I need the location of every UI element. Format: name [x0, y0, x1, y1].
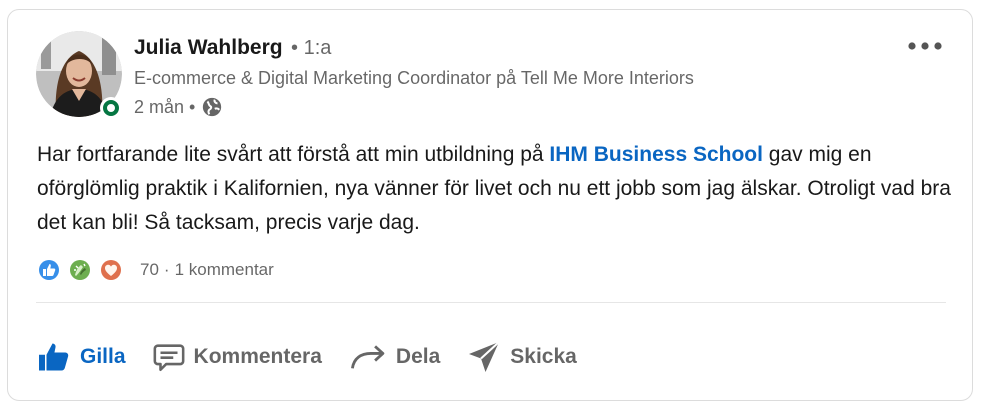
like-reaction-icon	[37, 258, 61, 282]
post-text: Har fortfarande lite svårt att förstå at…	[37, 138, 957, 240]
like-button[interactable]: Gilla	[28, 333, 134, 381]
like-label: Gilla	[80, 345, 126, 368]
reaction-count[interactable]: 70	[140, 260, 159, 280]
author-name[interactable]: Julia Wahlberg	[134, 36, 283, 59]
comment-icon	[153, 344, 184, 372]
more-options-button[interactable]	[903, 32, 947, 60]
send-label: Skicka	[510, 345, 577, 368]
connection-degree: • 1:a	[291, 37, 332, 59]
comment-button[interactable]: Kommentera	[144, 334, 330, 380]
post-card: Julia Wahlberg • 1:a E-commerce & Digita…	[7, 9, 973, 401]
send-button[interactable]: Skicka	[458, 333, 585, 381]
post-timestamp: 2 mån •	[134, 96, 196, 117]
share-label: Dela	[395, 345, 441, 368]
reaction-icons[interactable]	[37, 258, 130, 282]
share-button[interactable]: Dela	[340, 334, 448, 380]
post-text-part: Har fortfarande lite svårt att förstå at…	[37, 143, 550, 166]
more-horizontal-icon	[908, 42, 942, 50]
celebrate-reaction-icon	[68, 258, 92, 282]
author-headline[interactable]: E-commerce & Digital Marketing Coordinat…	[134, 68, 694, 89]
school-link[interactable]: IHM Business School	[549, 143, 763, 166]
comment-count[interactable]: 1 kommentar	[175, 260, 274, 280]
social-separator: ·	[163, 260, 170, 279]
love-reaction-icon	[99, 258, 123, 282]
comment-label: Kommentera	[193, 345, 322, 368]
divider	[36, 302, 946, 303]
thumbs-up-icon	[39, 343, 69, 371]
globe-icon	[201, 96, 223, 118]
online-status-indicator	[100, 97, 122, 119]
send-paper-plane-icon	[469, 341, 500, 372]
action-bar: Gilla Kommentera Dela Skicka	[28, 332, 595, 382]
share-arrow-icon	[350, 345, 385, 369]
social-counts: 70 · 1 kommentar	[37, 258, 274, 282]
